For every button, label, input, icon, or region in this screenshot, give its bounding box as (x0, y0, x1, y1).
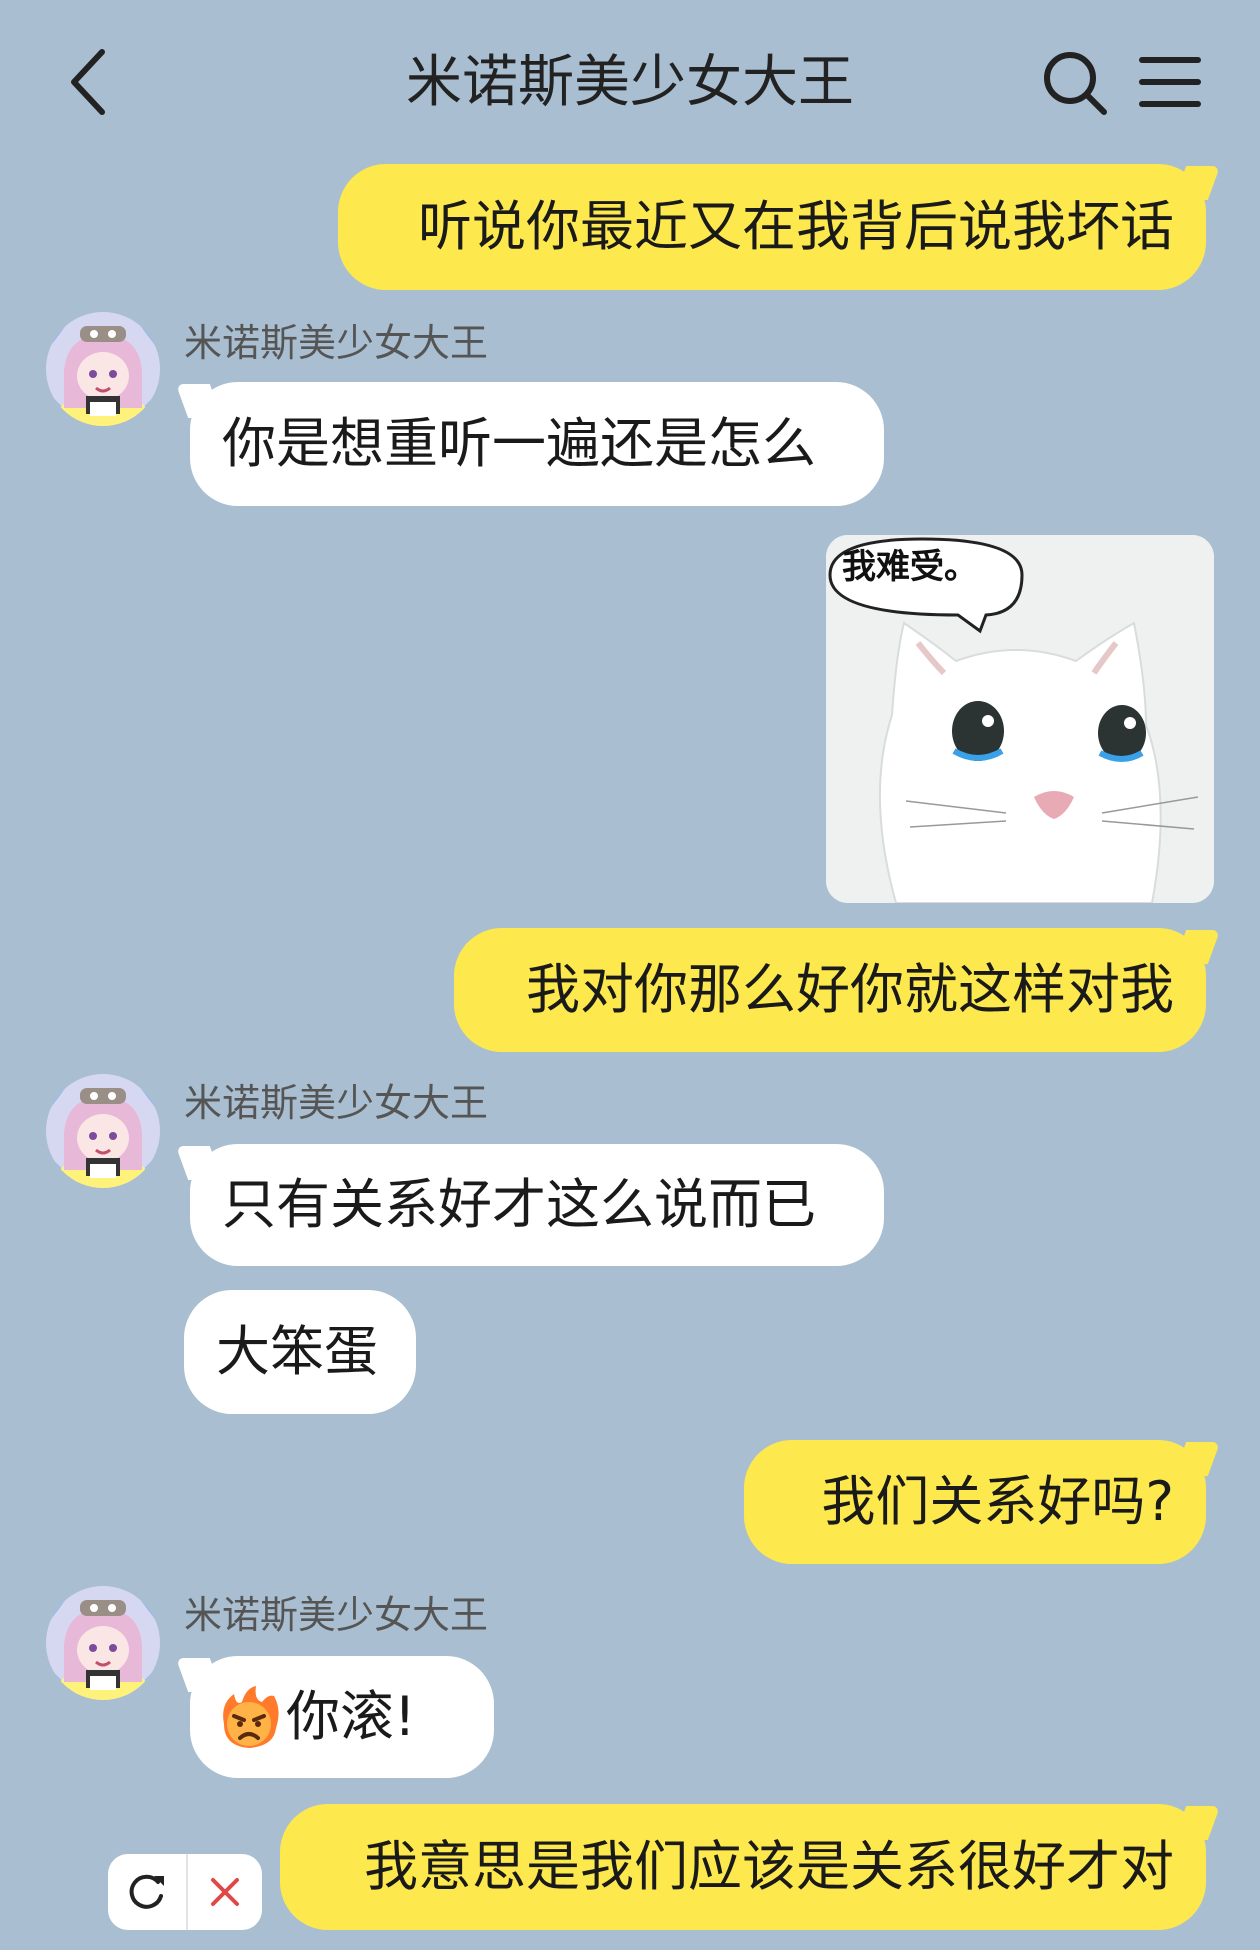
message-bubble-outgoing[interactable]: 我对你那么好你就这样对我 (454, 928, 1206, 1052)
close-icon (211, 1878, 239, 1906)
anime-girl-avatar (46, 312, 160, 426)
contact-avatar[interactable] (46, 1074, 160, 1188)
retry-icon (129, 1874, 164, 1909)
contact-avatar[interactable] (46, 1586, 160, 1700)
message-text: 我对你那么好你就这样对我 (526, 958, 1174, 1021)
chevron-left-icon (71, 49, 105, 115)
chat-header: 米诺斯美少女大王 (0, 0, 1260, 160)
sticker-caption: 我难受。 (842, 547, 978, 587)
message-bubble-incoming[interactable]: 你滚! (190, 1656, 494, 1778)
anime-girl-avatar (46, 1074, 160, 1188)
send-failed-actions (108, 1854, 262, 1930)
message-bubble-incoming[interactable]: 大笨蛋 (184, 1290, 416, 1414)
message-bubble-outgoing[interactable]: 我意思是我们应该是关系很好才对 (280, 1804, 1206, 1930)
back-button[interactable] (60, 44, 120, 120)
message-text: 我意思是我们应该是关系很好才对 (364, 1835, 1174, 1898)
message-text: 大笨蛋 (216, 1320, 378, 1383)
search-button[interactable] (1040, 48, 1110, 118)
message-text: 你滚! (286, 1685, 416, 1748)
crying-cat-sticker (826, 535, 1214, 903)
sender-name: 米诺斯美少女大王 (184, 321, 489, 365)
message-text: 只有关系好才这么说而已 (222, 1173, 816, 1236)
contact-avatar[interactable] (46, 312, 160, 426)
message-bubble-outgoing[interactable]: 我们关系好吗? (744, 1440, 1206, 1564)
angry-face-emoji (223, 1686, 279, 1748)
cancel-send-button[interactable] (188, 1854, 262, 1930)
message-bubble-incoming[interactable]: 你是想重听一遍还是怎么 (190, 382, 884, 506)
anime-girl-avatar (46, 1586, 160, 1700)
message-text: 你是想重听一遍还是怎么 (222, 412, 816, 475)
sender-name: 米诺斯美少女大王 (184, 1081, 489, 1125)
retry-button[interactable] (108, 1854, 186, 1930)
sticker-message[interactable]: 我难受。 (826, 535, 1214, 903)
message-bubble-incoming[interactable]: 只有关系好才这么说而已 (190, 1144, 884, 1266)
message-text: 听说你最近又在我背后说我坏话 (418, 195, 1174, 258)
message-text: 我们关系好吗? (821, 1470, 1174, 1533)
menu-button[interactable] (1138, 52, 1202, 112)
chat-title: 米诺斯美少女大王 (406, 50, 854, 115)
search-icon (1044, 52, 1107, 115)
sender-name: 米诺斯美少女大王 (184, 1593, 489, 1637)
message-bubble-outgoing[interactable]: 听说你最近又在我背后说我坏话 (338, 164, 1206, 290)
menu-icon (1139, 57, 1201, 107)
